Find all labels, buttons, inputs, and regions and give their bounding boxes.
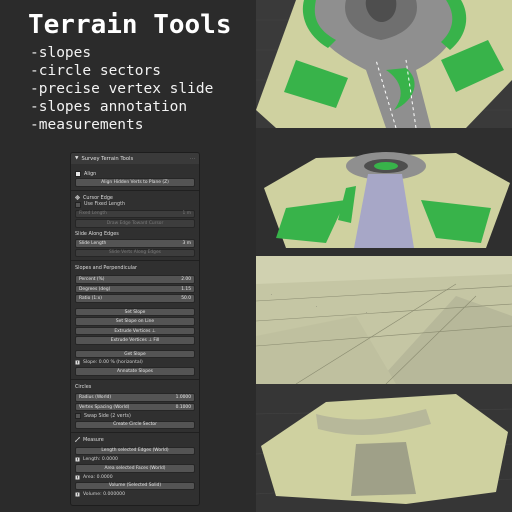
degrees-field[interactable]: Degrees (deg) 1.15 [75, 284, 195, 294]
slide-verts-button[interactable]: Slide Verts Along Edges [75, 248, 195, 258]
vertex-spacing-field[interactable]: Vertex Spacing (World) 0.1000 [75, 402, 195, 412]
svg-text:·: · [316, 304, 317, 309]
percent-field[interactable]: Percent (%) 2.00 [75, 275, 195, 284]
panel-header[interactable]: ▼ Survey Terrain Tools ⋯ [71, 153, 199, 164]
info-icon [75, 475, 80, 480]
chevron-down-icon: ▼ [75, 156, 79, 161]
info-icon [75, 492, 80, 497]
feature-item: -precise vertex slide [30, 81, 214, 97]
radius-value: 1.0000 [175, 395, 191, 401]
panel-title: Survey Terrain Tools [81, 155, 134, 162]
create-circle-sector-button[interactable]: Create Circle Sector [75, 420, 195, 430]
roundabout-perspective-image [256, 128, 512, 256]
degrees-value: 1.15 [181, 286, 191, 292]
fixed-length-label: Fixed Length [79, 211, 107, 217]
slide-length-field[interactable]: Slide Length 3 m [75, 239, 195, 248]
annotated-slopes-image: · · · [256, 256, 512, 384]
left-column: Terrain Tools -slopes -circle sectors -p… [0, 0, 256, 512]
roundabout-render-image [256, 0, 512, 128]
measure-header: Measure [83, 436, 104, 443]
cursor-edge-section: Cursor Edge Use Fixed Length Fixed Lengt… [71, 194, 199, 228]
slide-length-label: Slide Length [79, 240, 107, 246]
radius-label: Radius (World) [79, 395, 112, 401]
info-icon [75, 360, 80, 365]
percent-value: 2.00 [181, 277, 191, 283]
slope-readout: Slope: 0.00 % (horizontal) [83, 360, 143, 366]
draw-edge-button[interactable]: Draw Edge Toward Cursor [75, 219, 195, 228]
feature-list: -slopes -circle sectors -precise vertex … [30, 44, 213, 134]
swap-side-label: Swap Side (2 verts) [84, 413, 131, 419]
svg-text:·: · [366, 310, 367, 315]
align-section: Align Align Hidden Verts to Plane (Z) [71, 164, 199, 187]
info-icon [75, 457, 80, 462]
roundabout-render-perspective [256, 128, 512, 256]
divider [71, 260, 199, 262]
survey-terrain-tools-panel: ▼ Survey Terrain Tools ⋯ Align Align Hid… [70, 152, 200, 506]
ratio-field[interactable]: Ratio (1:x) 50.0 [75, 294, 195, 303]
use-fixed-length-checkbox[interactable] [75, 201, 81, 208]
cursor-edge-header: Cursor Edge [83, 194, 113, 201]
ruler-icon [75, 437, 80, 443]
svg-text:·: · [271, 292, 272, 297]
feature-item: -slopes [30, 45, 92, 61]
set-slope-line-button[interactable]: Set Slope on Line [75, 317, 195, 326]
extrude-perp-fill-button[interactable]: Extrude Vertices ⊥ Fill [75, 336, 195, 345]
vertex-spacing-value: 0.1000 [175, 404, 191, 410]
volume-readout: Volume: 0.000000 [83, 492, 126, 498]
annotated-slopes-render: · · · [256, 256, 512, 384]
slide-header: Slide Along Edges [75, 231, 119, 238]
percent-label: Percent (%) [79, 277, 105, 283]
divider [71, 189, 199, 191]
fixed-length-value: 1 m [182, 211, 191, 217]
vertex-spacing-label: Vertex Spacing (World) [79, 404, 130, 410]
area-faces-button[interactable]: Area selected Faces (World) [75, 464, 195, 473]
feature-item: -slopes annotation [30, 99, 188, 115]
set-slope-button[interactable]: Set Slope [75, 307, 195, 317]
align-hidden-verts-button[interactable]: Align Hidden Verts to Plane (Z) [75, 178, 195, 187]
circles-header: Circles [75, 383, 92, 390]
slide-length-value: 3 m [182, 240, 191, 246]
slide-section: Slide Along Edges Slide Length 3 m Slide… [71, 231, 199, 258]
page-title: Terrain Tools [28, 10, 232, 40]
get-slope-button[interactable]: Get Slope [75, 349, 195, 359]
crosshair-icon [75, 195, 80, 201]
ratio-value: 50.0 [181, 296, 191, 302]
feature-item: -measurements [30, 117, 144, 133]
use-fixed-length-label: Use Fixed Length [84, 202, 125, 208]
measure-section: Measure Length selected Edges (World) Le… [71, 436, 199, 498]
slopes-section: Slopes and Perpendicular Percent (%) 2.0… [71, 264, 199, 376]
fixed-length-field[interactable]: Fixed Length 1 m [75, 209, 195, 219]
ratio-label: Ratio (1:x) [79, 296, 102, 302]
volume-solid-button[interactable]: Volume (Selected Solid) [75, 481, 195, 491]
extrude-perp-button[interactable]: Extrude Vertices ⊥ [75, 326, 195, 336]
drag-handle-icon[interactable]: ⋯ [190, 156, 195, 162]
measurement-render [256, 384, 512, 512]
measurement-image [256, 384, 512, 512]
feature-item: -circle sectors [30, 63, 161, 79]
roundabout-render-top [256, 0, 512, 128]
divider [71, 378, 199, 380]
slopes-header: Slopes and Perpendicular [75, 264, 138, 271]
length-readout: Length: 0.0000 [83, 457, 118, 463]
radius-field[interactable]: Radius (World) 1.0000 [75, 393, 195, 402]
annotate-slopes-button[interactable]: Annotate Slopes [75, 367, 195, 376]
degrees-label: Degrees (deg) [79, 286, 111, 292]
length-edges-button[interactable]: Length selected Edges (World) [75, 446, 195, 456]
align-checkbox[interactable] [75, 170, 81, 177]
area-readout: Area: 0.0000 [83, 474, 113, 480]
divider [71, 432, 199, 434]
swap-side-checkbox[interactable] [75, 413, 81, 420]
align-header: Align [84, 170, 97, 177]
circles-section: Circles Radius (World) 1.0000 Vertex Spa… [71, 383, 199, 430]
